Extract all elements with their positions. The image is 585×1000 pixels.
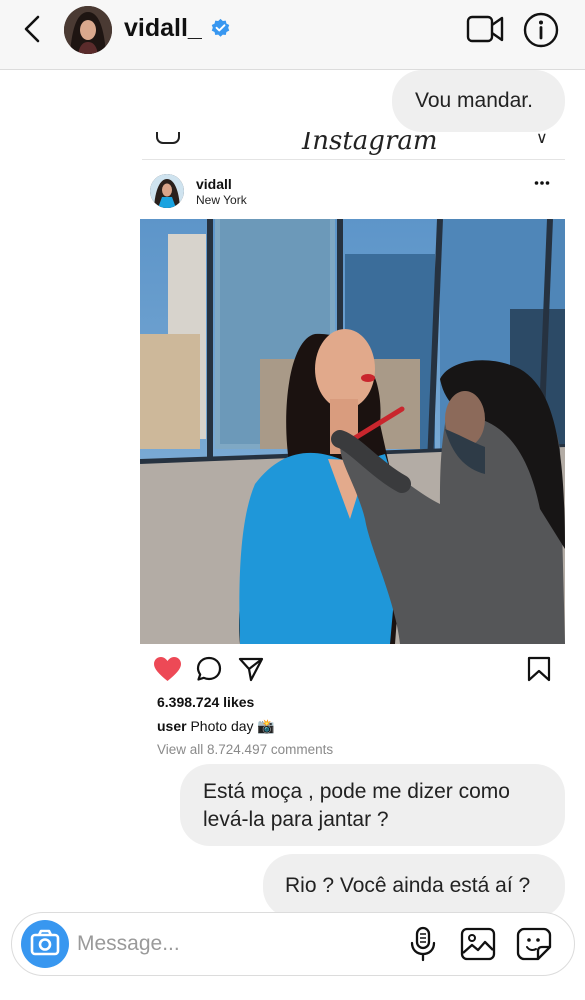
video-call-button[interactable] (466, 12, 504, 46)
camera-button[interactable] (21, 920, 69, 968)
bookmark-icon[interactable] (527, 656, 551, 682)
gallery-button[interactable] (460, 927, 496, 961)
caption-text: Photo day 📸 (186, 718, 275, 734)
video-call-icon (466, 15, 504, 43)
back-button[interactable] (18, 14, 48, 44)
shared-post[interactable]: Instagram ∨ vidall New York 6.398.724 li… (140, 132, 565, 762)
message-bubble[interactable]: Está moça , pode me dizer como levá-la p… (180, 764, 565, 846)
share-icon[interactable] (238, 657, 264, 682)
post-username[interactable]: vidall (196, 176, 232, 192)
comment-icon[interactable] (196, 656, 222, 682)
post-location[interactable]: New York (196, 193, 247, 207)
message-text: Está moça , pode me dizer como levá-la p… (203, 780, 510, 831)
camera-icon (156, 132, 180, 144)
sticker-icon (516, 927, 552, 961)
username: vidall_ (124, 14, 202, 42)
microphone-button[interactable] (408, 926, 438, 962)
message-input[interactable] (77, 927, 377, 961)
like-heart-icon[interactable] (154, 657, 181, 682)
microphone-icon (410, 926, 436, 962)
direct-icon: ∨ (536, 132, 548, 147)
instagram-top-bar: Instagram ∨ (142, 132, 565, 160)
chat-title[interactable]: vidall_ (124, 14, 231, 43)
likes-count[interactable]: 6.398.724 likes (157, 694, 254, 710)
chevron-left-icon (24, 15, 40, 43)
avatar[interactable] (64, 6, 112, 54)
caption-username[interactable]: user (157, 718, 187, 734)
post-photo[interactable] (140, 219, 565, 644)
verified-badge-icon (211, 18, 230, 37)
gallery-icon (460, 927, 496, 961)
view-comments-link[interactable]: View all 8.724.497 comments (157, 742, 333, 757)
message-text: Rio ? Você ainda está aí ? (285, 874, 531, 897)
message-text: Vou mandar. (415, 89, 533, 112)
camera-icon (30, 929, 60, 956)
info-icon (523, 12, 559, 48)
info-button[interactable] (522, 11, 560, 49)
message-bubble[interactable]: Rio ? Você ainda está aí ? (263, 854, 565, 918)
chat-header: vidall_ (0, 0, 585, 70)
sticker-button[interactable] (516, 927, 552, 961)
post-avatar[interactable] (150, 174, 184, 208)
message-composer (11, 912, 575, 976)
message-bubble[interactable]: Vou mandar. (392, 70, 565, 132)
more-options-icon[interactable] (534, 180, 550, 186)
post-caption: user Photo day 📸 (157, 718, 275, 735)
instagram-logo: Instagram (302, 132, 438, 156)
